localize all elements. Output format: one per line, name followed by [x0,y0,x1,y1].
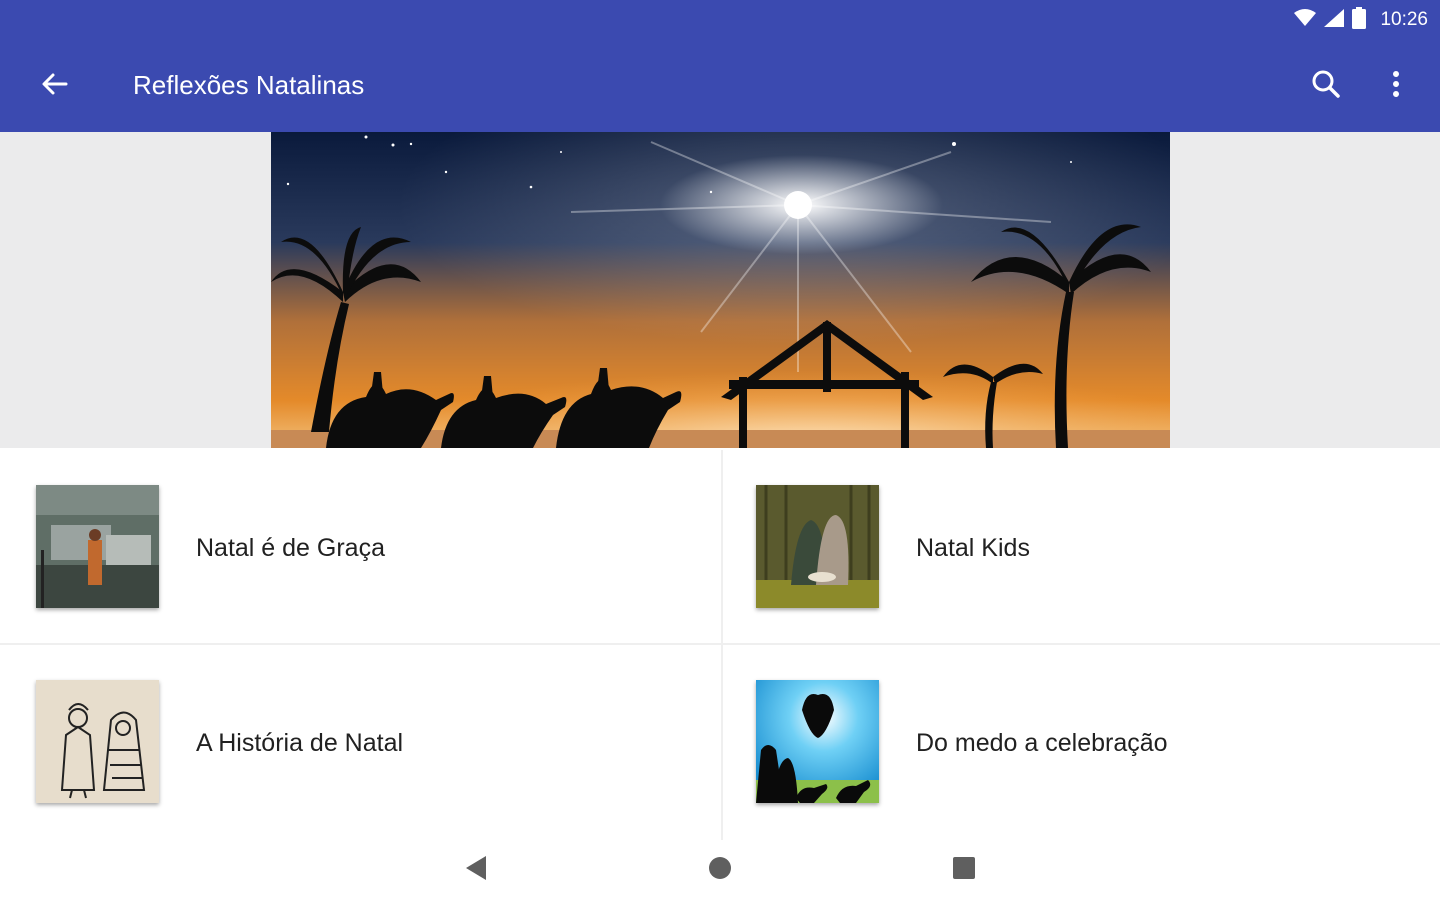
status-bar: 10:26 [1294,6,1428,34]
reflection-grid: Natal é de Graça Natal Kids A História d… [0,450,1440,840]
cell-signal-icon [1324,8,1345,32]
nav-recents-icon [953,856,975,884]
nav-back-button[interactable] [452,848,500,892]
battery-icon [1352,6,1367,34]
nav-back-icon [464,855,488,886]
wifi-icon [1294,8,1317,32]
hero-area [0,132,1440,448]
status-time: 10:26 [1380,9,1428,30]
angel-shepherds-thumbnail [756,680,879,803]
hero-illustration [271,132,1170,448]
app-bar: 10:26 Reflexões Natalinas [0,0,1440,132]
page-title: Reflexões Natalinas [133,70,365,100]
search-icon [1311,69,1341,104]
overflow-menu-button[interactable] [1372,62,1420,110]
list-item-natal-e-de-graca[interactable]: Natal é de Graça [0,450,721,643]
list-item-do-medo-a-celebracao[interactable]: Do medo a celebração [720,645,1440,838]
sketch-figures-thumbnail [36,680,159,803]
list-item-a-historia-de-natal[interactable]: A História de Natal [0,645,721,838]
nav-home-button[interactable] [696,848,744,892]
more-vert-icon [1392,70,1400,103]
nativity-cartoon-thumbnail [756,485,879,608]
list-item-label: Natal é de Graça [196,534,385,562]
list-item-label: A História de Natal [196,729,404,757]
search-button[interactable] [1302,62,1350,110]
list-item-label: Natal Kids [916,534,1030,562]
list-item-natal-kids[interactable]: Natal Kids [720,450,1440,643]
nav-recents-button[interactable] [940,848,988,892]
back-button[interactable] [30,64,78,108]
list-item-label: Do medo a celebração [916,729,1168,757]
system-navigation-bar [0,840,1440,900]
street-scene-thumbnail [36,485,159,608]
nav-home-icon [708,856,732,885]
nativity-scene-banner [271,132,1170,448]
toolbar: Reflexões Natalinas [0,40,1440,132]
arrow-back-icon [40,70,68,103]
